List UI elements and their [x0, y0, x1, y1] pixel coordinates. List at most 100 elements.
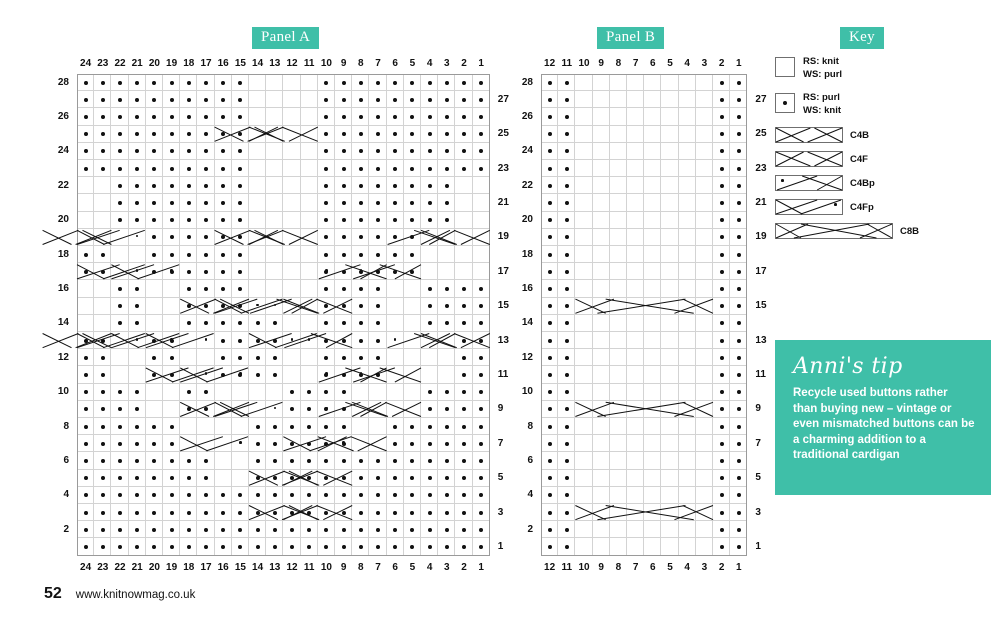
column-number: 5 [409, 561, 416, 573]
column-number: 4 [684, 58, 690, 69]
column-number: 5 [667, 561, 673, 573]
column-number: 6 [650, 58, 656, 69]
row-number-left: 16 [57, 283, 69, 294]
cable-symbol-layer [575, 298, 714, 521]
panel-b-title: Panel B [597, 27, 665, 49]
key-cable-label-C8B: C8B [900, 226, 920, 237]
key-entry: C4B [775, 127, 985, 151]
column-number: 2 [461, 561, 467, 573]
column-number: 1 [478, 561, 484, 573]
row-number-right: 5 [497, 472, 504, 484]
row-number-left: 22 [57, 179, 69, 191]
column-number: 16 [217, 58, 229, 69]
column-number: 8 [358, 58, 364, 69]
column-number: 11 [303, 561, 315, 573]
footer-page-number: 52 [44, 585, 62, 602]
column-number: 1 [736, 561, 742, 573]
column-number: 22 [114, 561, 126, 573]
column-number: 3 [701, 58, 708, 69]
column-number: 11 [561, 561, 573, 573]
column-number: 18 [183, 58, 195, 69]
column-number: 5 [409, 58, 416, 69]
cable-purl-dot [325, 372, 328, 375]
cable-purl-dot [359, 269, 363, 272]
column-number: 7 [632, 58, 639, 69]
cable-purl-dot [170, 269, 173, 272]
column-number: 8 [615, 58, 622, 69]
column-number: 18 [183, 561, 195, 573]
column-number: 7 [632, 561, 639, 573]
key-cable-purl-dot [781, 179, 784, 182]
panel-b-chart: 12 11 10 9 8 7 6 5 4 3 2 1 12 11 10 9 8 7 6 5 4 3 2 1 28 26 24 22 20… [522, 58, 767, 573]
panel-a-grid [42, 74, 491, 556]
key-purl-dot [783, 101, 787, 105]
column-number: 6 [650, 561, 656, 573]
row-number-right: 7 [755, 437, 761, 449]
row-number-left: 6 [527, 455, 533, 466]
row-number-right: 9 [755, 403, 761, 415]
column-number: 7 [375, 561, 381, 573]
key-label-ws: WS: knit [803, 105, 841, 116]
column-number: 24 [80, 561, 92, 573]
row-number-right: 11 [755, 369, 766, 380]
row-number-left: 20 [521, 214, 533, 226]
key-symbol [776, 175, 843, 191]
cable-purl-dot [325, 269, 328, 272]
row-number-right: 27 [497, 93, 509, 105]
column-number: 7 [375, 58, 381, 69]
panel-b-grid [541, 74, 748, 556]
row-number-left: 12 [57, 351, 69, 363]
row-number-left: 8 [527, 420, 533, 432]
row-number-left: 8 [63, 420, 69, 432]
cable-purl-dot [204, 337, 208, 341]
column-number: 12 [544, 58, 556, 69]
row-number-left: 14 [521, 317, 533, 329]
row-number-right: 21 [755, 197, 767, 208]
row-number-left: 2 [63, 523, 69, 535]
column-number: 22 [114, 58, 126, 69]
key-symbol [775, 151, 843, 167]
key-knit-swatch [775, 57, 795, 77]
row-number-left: 18 [57, 248, 69, 260]
row-number-right: 19 [497, 231, 509, 243]
row-number-left: 20 [57, 214, 69, 226]
footer-url: www.knitnowmag.co.uk [75, 589, 196, 601]
row-number-left: 6 [63, 455, 69, 466]
row-number-left: 18 [521, 248, 533, 260]
row-number-right: 11 [497, 369, 509, 380]
column-number: 3 [701, 561, 708, 573]
column-number: 11 [561, 58, 573, 69]
annis-tip-box: Anni's tip Recycle used buttons rather t… [775, 340, 991, 495]
cable-purl-dot [256, 303, 259, 307]
row-number-right: 17 [755, 265, 767, 277]
column-number: 15 [234, 58, 246, 69]
row-number-right: 15 [497, 300, 509, 312]
row-number-right: 23 [497, 162, 509, 174]
key-label-rs: RS: knit [803, 56, 839, 67]
key-cable-label-C4Fp: C4Fp [850, 202, 874, 213]
column-number: 23 [97, 58, 109, 69]
row-number-left: 24 [57, 145, 69, 157]
row-number-left: 16 [521, 283, 533, 294]
column-number: 9 [598, 561, 604, 573]
column-number: 12 [286, 58, 298, 69]
row-number-right: 15 [755, 300, 767, 312]
column-number: 15 [234, 561, 246, 573]
column-number: 9 [598, 58, 604, 69]
row-number-right: 25 [497, 128, 509, 140]
row-number-right: 17 [497, 265, 509, 277]
column-number: 1 [478, 58, 484, 69]
annis-tip-title: Anni's tip [793, 354, 903, 379]
column-number: 11 [303, 58, 315, 69]
key-entry: C4F [775, 151, 985, 175]
row-number-left: 4 [527, 489, 533, 501]
column-number: 19 [166, 58, 178, 69]
cable-purl-dot [239, 372, 242, 375]
page-root: Panel A Panel B Key 24 23 22 21 20 19 18 17 16 15… [0, 0, 996, 638]
column-number: 21 [131, 58, 143, 69]
column-number: 16 [217, 561, 229, 573]
row-number-left: 10 [57, 386, 69, 398]
column-number: 20 [148, 58, 160, 69]
column-number: 20 [148, 561, 160, 573]
column-number: 10 [578, 58, 590, 69]
